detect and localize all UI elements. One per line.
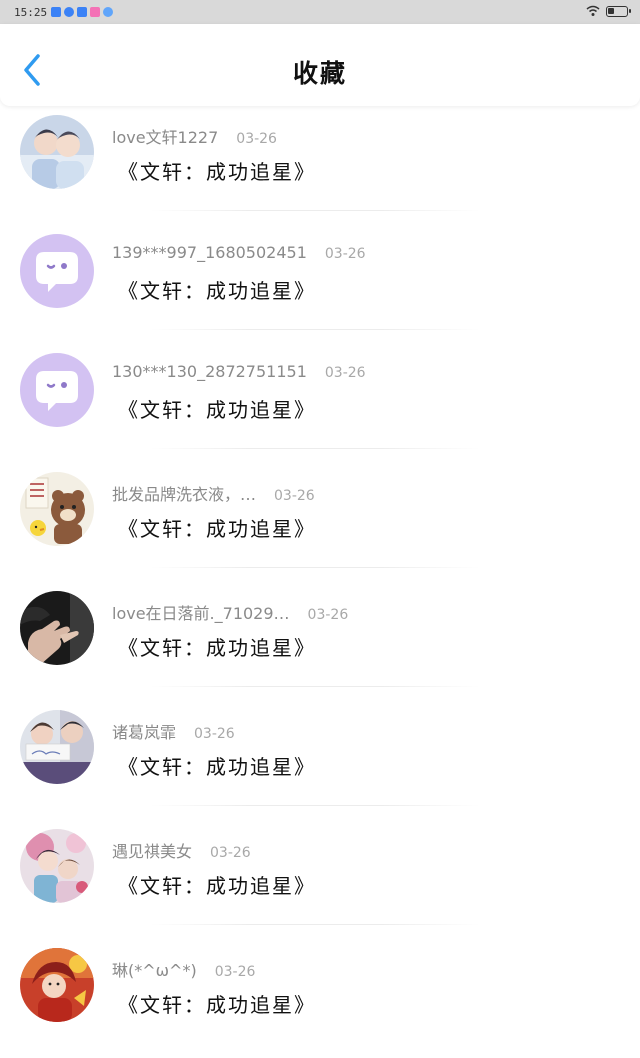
username[interactable]: 琳(*^ω^*) (112, 957, 197, 981)
list-item[interactable]: 批发品牌洗衣液，… 03-26 《文轩：成功追星》 (0, 463, 640, 582)
username[interactable]: 遇见祺美女 (112, 838, 192, 862)
item-title[interactable]: 《文轩：成功追星》 (118, 156, 316, 185)
divider (150, 805, 480, 806)
avatar[interactable] (20, 591, 94, 665)
list-item[interactable]: 琳(*^ω^*) 03-26 《文轩：成功追星》 (0, 939, 640, 1058)
item-title[interactable]: 《文轩：成功追星》 (118, 632, 316, 661)
item-meta: 130***130_2872751151 03-26 (112, 362, 366, 381)
divider (150, 924, 480, 925)
avatar[interactable] (20, 353, 94, 427)
item-title[interactable]: 《文轩：成功追星》 (118, 989, 316, 1018)
page-title: 收藏 (292, 59, 347, 88)
username[interactable]: love在日落前._71029… (112, 600, 290, 624)
avatar-photo-icon (20, 710, 94, 784)
list-item[interactable]: 130***130_2872751151 03-26 《文轩：成功追星》 (0, 344, 640, 463)
date: 03-26 (307, 607, 349, 623)
date: 03-26 (210, 845, 251, 861)
list-item[interactable]: love文轩1227 03-26 《文轩：成功追星》 (0, 106, 640, 225)
avatar-photo-icon (20, 948, 94, 1022)
item-title[interactable]: 《文轩：成功追星》 (118, 513, 316, 542)
status-time: 15:25 (14, 5, 48, 19)
favorites-list: love文轩1227 03-26 《文轩：成功追星》 139***997_168… (0, 106, 640, 1058)
avatar[interactable] (20, 472, 94, 546)
avatar-photo-icon (20, 591, 94, 665)
item-meta: 琳(*^ω^*) 03-26 (112, 957, 255, 981)
item-meta: 139***997_1680502451 03-26 (112, 243, 366, 262)
wifi-icon (586, 5, 600, 16)
app-notification-icon (51, 7, 62, 17)
chat-bubble-icon (20, 234, 94, 308)
username[interactable]: 诸葛岚霏 (112, 719, 176, 743)
list-item[interactable]: 遇见祺美女 03-26 《文轩：成功追星》 (0, 820, 640, 939)
divider (150, 210, 480, 211)
app-notification-icon (77, 7, 88, 17)
header: 收藏 (0, 24, 640, 106)
item-meta: 诸葛岚霏 03-26 (112, 719, 235, 743)
status-app-icons (51, 7, 114, 17)
username[interactable]: 130***130_2872751151 (112, 362, 307, 381)
avatar[interactable] (20, 115, 94, 189)
item-title[interactable]: 《文轩：成功追星》 (118, 751, 316, 780)
date: 03-26 (236, 131, 277, 147)
avatar-illustration-icon (20, 829, 94, 903)
date: 03-26 (214, 964, 256, 980)
avatar[interactable] (20, 948, 94, 1022)
divider (150, 567, 480, 568)
divider (150, 448, 480, 449)
item-meta: love文轩1227 03-26 (112, 124, 277, 148)
date: 03-26 (324, 246, 366, 262)
date: 03-26 (194, 726, 235, 742)
avatar[interactable] (20, 234, 94, 308)
chat-bubble-icon (20, 353, 94, 427)
divider (150, 329, 480, 330)
avatar[interactable] (20, 829, 94, 903)
date: 03-26 (324, 365, 366, 381)
item-title[interactable]: 《文轩：成功追星》 (118, 394, 316, 423)
status-bar: 15:25 (0, 0, 640, 24)
item-title[interactable]: 《文轩：成功追星》 (118, 870, 316, 899)
list-item[interactable]: 139***997_1680502451 03-26 《文轩：成功追星》 (0, 225, 640, 344)
username[interactable]: 139***997_1680502451 (112, 243, 307, 262)
app-notification-icon (90, 7, 101, 17)
app-notification-icon (103, 7, 114, 17)
item-meta: 遇见祺美女 03-26 (112, 838, 251, 862)
item-meta: love在日落前._71029… 03-26 (112, 600, 348, 624)
username[interactable]: 批发品牌洗衣液，… (112, 481, 256, 505)
battery-icon (606, 5, 631, 17)
item-meta: 批发品牌洗衣液，… 03-26 (112, 481, 315, 505)
avatar-photo-icon (20, 115, 94, 189)
avatar[interactable] (20, 710, 94, 784)
list-item[interactable]: love在日落前._71029… 03-26 《文轩：成功追星》 (0, 582, 640, 701)
cartoon-bear-icon (20, 472, 94, 546)
app-notification-icon (64, 7, 75, 17)
username[interactable]: love文轩1227 (112, 124, 218, 148)
divider (150, 686, 480, 687)
date: 03-26 (274, 488, 315, 504)
item-title[interactable]: 《文轩：成功追星》 (118, 275, 316, 304)
list-item[interactable]: 诸葛岚霏 03-26 《文轩：成功追星》 (0, 701, 640, 820)
